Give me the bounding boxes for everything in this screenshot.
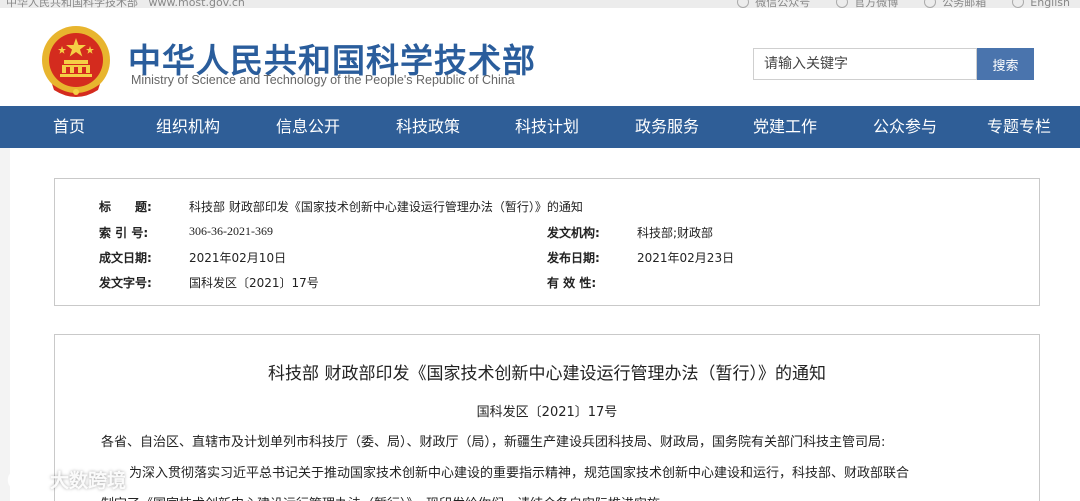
nav-item-programs[interactable]: 科技计划 [478, 106, 616, 148]
site-subtitle: Ministry of Science and Technology of th… [131, 73, 515, 87]
meta-validity-label: 有 效 性: [547, 276, 597, 290]
email-link[interactable]: 公务邮箱 [924, 0, 986, 8]
weibo-icon [836, 0, 849, 8]
document-paragraph-1: 为深入贯彻落实习近平总书记关于推动国家技术创新中心建设的重要指示精神，规范国家技… [129, 466, 910, 481]
document-body: 科技部 财政部印发《国家技术创新中心建设运行管理办法（暂行）》的通知 国科发区〔… [54, 334, 1040, 501]
meta-published-value: 2021年02月23日 [637, 251, 735, 265]
meta-index-label: 索 引 号: [99, 226, 149, 240]
wechat-icon [737, 0, 750, 8]
meta-docno-value: 国科发区〔2021〕17号 [189, 276, 319, 290]
meta-issuer-value: 科技部;财政部 [637, 226, 714, 240]
globe-icon [1012, 0, 1025, 8]
meta-created-value: 2021年02月10日 [189, 251, 287, 265]
nav-item-home[interactable]: 首页 [0, 106, 138, 148]
search-input[interactable] [753, 48, 977, 80]
top-strip-domain[interactable]: www.most.gov.cn [149, 0, 245, 8]
watermark-text: 大数跨境 [50, 470, 127, 492]
meta-index-value: 306-36-2021-369 [189, 224, 273, 238]
watermark-logo-icon [7, 469, 43, 490]
nav-item-organization[interactable]: 组织机构 [138, 106, 238, 148]
meta-title-value: 科技部 财政部印发《国家技术创新中心建设运行管理办法（暂行）》的通知 [189, 200, 583, 214]
mail-icon [924, 0, 937, 8]
wechat-link[interactable]: 微信公众号 [737, 0, 810, 8]
nav-item-information[interactable]: 信息公开 [238, 106, 378, 148]
content-area: 标 题: 科技部 财政部印发《国家技术创新中心建设运行管理办法（暂行）》的通知 … [10, 148, 1080, 501]
watermark: 大数跨境 [6, 466, 126, 493]
main-nav: 首页 组织机构 信息公开 科技政策 科技计划 政务服务 党建工作 公众参与 专题… [0, 106, 1080, 148]
meta-title-label: 标 题: [99, 200, 152, 214]
english-link[interactable]: English [1012, 0, 1070, 8]
search-button[interactable]: 搜索 [977, 48, 1034, 80]
nav-item-party[interactable]: 党建工作 [718, 106, 852, 148]
document-number: 国科发区〔2021〕17号 [476, 405, 618, 420]
top-strip-left: 中华人民共和国科学技术部 www.most.gov.cn [6, 0, 245, 8]
top-strip-site-name: 中华人民共和国科学技术部 [6, 0, 138, 8]
document-recipients: 各省、自治区、直辖市及计划单列市科技厅（委、局）、财政厅（局），新疆生产建设兵团… [101, 435, 886, 450]
site-header: 中华人民共和国科学技术部 Ministry of Science and Tec… [0, 8, 1080, 106]
weibo-link[interactable]: 官方微博 [836, 0, 898, 8]
meta-issuer-label: 发文机构: [547, 226, 600, 240]
national-emblem-icon[interactable] [40, 22, 112, 100]
meta-docno-label: 发文字号: [99, 276, 152, 290]
meta-published-label: 发布日期: [547, 251, 600, 265]
document-title: 科技部 财政部印发《国家技术创新中心建设运行管理办法（暂行）》的通知 [268, 364, 826, 384]
top-strip: 中华人民共和国科学技术部 www.most.gov.cn 微信公众号 官方微博 … [0, 0, 1080, 8]
nav-item-policy[interactable]: 科技政策 [378, 106, 478, 148]
meta-created-label: 成文日期: [99, 251, 152, 265]
document-paragraph-2: 制定了《国家技术创新中心建设运行管理办法（暂行）》，现印发给你们，请结合各自实际… [101, 493, 673, 501]
document-metadata: 标 题: 科技部 财政部印发《国家技术创新中心建设运行管理办法（暂行）》的通知 … [54, 178, 1040, 306]
nav-item-services[interactable]: 政务服务 [616, 106, 718, 148]
top-strip-links: 微信公众号 官方微博 公务邮箱 English [737, 0, 1070, 8]
nav-item-topics[interactable]: 专题专栏 [958, 106, 1080, 148]
nav-item-participation[interactable]: 公众参与 [852, 106, 958, 148]
